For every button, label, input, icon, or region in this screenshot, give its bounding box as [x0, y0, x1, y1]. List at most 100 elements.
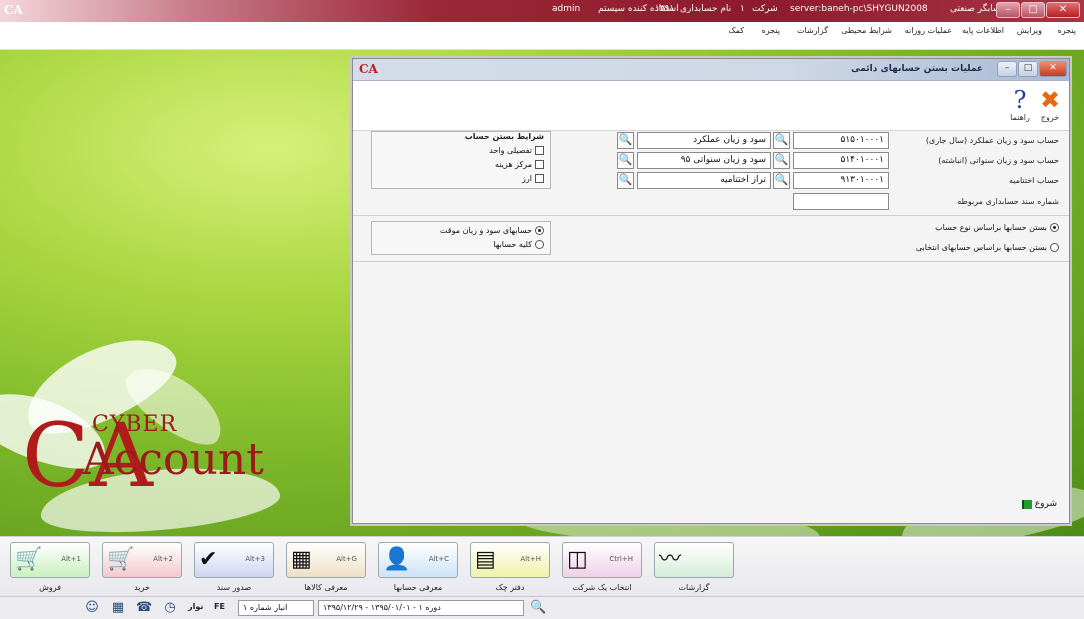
close-conditions-group: شرایط بستن حساب تفصیلی واحد مرکز هزینه ا… — [371, 131, 551, 189]
account-code-profit[interactable]: ۵۱۵۰۱۰۰۰۱ — [793, 132, 889, 149]
shortcut-button[interactable]: 🛒 Alt+1 — [10, 542, 90, 578]
dialog-maximize-button[interactable]: □ — [1018, 61, 1038, 77]
option-label: بستن حسابها براساس حسابهای انتخابی — [915, 243, 1047, 252]
help-icon[interactable]: ☺ — [84, 600, 100, 616]
company-value: ۱ — [740, 4, 745, 14]
radio-button[interactable] — [1050, 243, 1059, 252]
radio-button[interactable] — [1050, 223, 1059, 232]
clock-icon[interactable]: ◷ — [162, 600, 178, 616]
menu-window[interactable]: پنجره — [1058, 26, 1076, 35]
checkbox[interactable] — [535, 160, 544, 169]
condition-detail-unit[interactable]: تفصیلی واحد — [489, 146, 544, 155]
account-code-retained[interactable]: ۵۱۴۰۱۰۰۰۱ — [793, 152, 889, 169]
account-name-profit[interactable]: سود و زیان عملکرد — [637, 132, 771, 149]
dialog-window-controls: – □ ✕ — [997, 61, 1067, 77]
phone-icon[interactable]: ☎ — [136, 600, 152, 616]
shortcut-button[interactable]: ▤ Alt+H — [470, 542, 550, 578]
dialog-title: عملیات بستن حسابهای دائمی — [851, 64, 983, 74]
shortcut-label[interactable]: معرفی حسابها — [378, 583, 458, 592]
menu-base-info[interactable]: اطلاعات پایه — [962, 26, 1004, 35]
dialog-titlebar: CA عملیات بستن حسابهای دائمی – □ ✕ — [353, 59, 1069, 81]
radio-button[interactable] — [535, 226, 544, 235]
shortcut-label[interactable]: انتخاب یک شرکت — [562, 583, 642, 592]
shortcut-label[interactable]: دفتر چک — [470, 583, 550, 592]
lookup-icon[interactable]: 🔍 — [773, 172, 790, 189]
lookup-icon[interactable]: 🔍 — [617, 172, 634, 189]
calculator-icon[interactable]: ▦ — [110, 600, 126, 616]
radio-button[interactable] — [535, 240, 544, 249]
menu-help[interactable]: کمک — [728, 26, 744, 35]
condition-label: مرکز هزینه — [494, 160, 532, 169]
help-button[interactable]: ? راهنما — [1005, 87, 1035, 122]
close-by-type-option[interactable]: بستن حسابها براساس نوع حساب — [935, 223, 1059, 232]
company-label: شرکت — [752, 4, 778, 14]
window-titlebar: CA admin استفاده کننده سیستم ۱۳۹۱ نام حس… — [0, 0, 1084, 22]
exit-icon: ✖ — [1039, 86, 1061, 114]
shortcut-key: Alt+3 — [245, 555, 265, 563]
shortcut-key: Alt+H — [520, 555, 541, 563]
menu-reports[interactable]: گزارشات — [797, 26, 828, 35]
cart-icon: 🛒 — [15, 547, 43, 572]
period-indicator: دوره ۱ - ۱۳۹۵/۰۱/۰۱ - ۱۳۹۵/۱۲/۲۹ — [318, 600, 524, 616]
search-icon[interactable]: 🔍 — [530, 600, 546, 616]
shortcut-button[interactable]: ▦ Alt+G — [286, 542, 366, 578]
option-label: حسابهای سود و زیان موقت — [439, 226, 532, 235]
close-button[interactable]: ✕ — [1046, 2, 1080, 18]
condition-cost-center[interactable]: مرکز هزینه — [495, 160, 544, 169]
shortcut-button[interactable]: ◫ Ctrl+H — [562, 542, 642, 578]
shortcut-button[interactable]: 👤 Alt+C — [378, 542, 458, 578]
user-value: admin — [552, 4, 581, 14]
server-info: server:baneh-pc\SHYGUN2008 — [790, 4, 928, 14]
account-scope-group: حسابهای سود و زیان موقت کلیه حسابها — [371, 221, 551, 255]
conditions-title: شرایط بستن حساب — [464, 132, 544, 141]
start-button[interactable]: شروع — [1021, 499, 1057, 509]
dialog-toolbar: ✖ خروج ? راهنما — [353, 81, 1069, 131]
account-code-closing[interactable]: ۹۱۳۰۱۰۰۰۱ — [793, 172, 889, 189]
dialog-close-button[interactable]: ✕ — [1039, 61, 1067, 77]
temp-accounts-option[interactable]: حسابهای سود و زیان موقت — [440, 226, 544, 235]
company-icon: ◫ — [567, 547, 588, 572]
row-label-closing: حساب اختتامیه — [1008, 176, 1059, 185]
account-name-retained[interactable]: سود و زیان سنواتی ۹۵ — [637, 152, 771, 169]
help-icon: ? — [1013, 86, 1027, 114]
lookup-icon[interactable]: 🔍 — [617, 152, 634, 169]
mode-indicator: نوار — [188, 602, 204, 611]
shortcut-label[interactable]: صدور سند — [194, 583, 274, 592]
menu-edit[interactable]: ویرایش — [1017, 26, 1042, 35]
condition-currency[interactable]: ارز — [522, 174, 544, 183]
dialog-minimize-button[interactable]: – — [997, 61, 1017, 77]
exit-button[interactable]: ✖ خروج — [1035, 87, 1065, 122]
menu-window-2[interactable]: پنجره — [762, 26, 780, 35]
shortcut-button[interactable]: 🛒 Alt+2 — [102, 542, 182, 578]
checkbox[interactable] — [535, 174, 544, 183]
shortcut-label[interactable]: گزارشات — [654, 583, 734, 592]
account-name-closing[interactable]: تراز اختتامیه — [637, 172, 771, 189]
shortcut-label[interactable]: خرید — [102, 583, 182, 592]
menu-env-settings[interactable]: شرایط محیطی — [841, 26, 892, 35]
lookup-icon[interactable]: 🔍 — [617, 132, 634, 149]
shortcut-label[interactable]: فروش — [10, 583, 90, 592]
minimize-button[interactable]: – — [996, 2, 1020, 18]
option-label: کلیه حسابها — [493, 240, 532, 249]
row-label-profit: حساب سود و زیان عملکرد (سال جاری) — [925, 136, 1059, 145]
lookup-icon[interactable]: 🔍 — [773, 152, 790, 169]
box-icon: ▦ — [291, 547, 312, 572]
checkbox[interactable] — [535, 146, 544, 155]
shortcut-key: Alt+2 — [153, 555, 173, 563]
close-by-selected-option[interactable]: بستن حسابها براساس حسابهای انتخابی — [916, 243, 1059, 252]
shortcut-key: Ctrl+H — [609, 555, 633, 563]
option-label: بستن حسابها براساس نوع حساب — [935, 223, 1047, 232]
maximize-button[interactable]: □ — [1021, 2, 1045, 18]
shortcut-label[interactable]: معرفی کالاها — [286, 583, 366, 592]
close-accounts-dialog: CA عملیات بستن حسابهای دائمی – □ ✕ ✖ خرو… — [352, 58, 1070, 524]
shortcut-key: Alt+1 — [61, 555, 81, 563]
menu-bar: پنجره ویرایش اطلاعات پایه عملیات روزانه … — [0, 22, 1084, 50]
lookup-icon[interactable]: 🔍 — [773, 132, 790, 149]
row-label-retained: حساب سود و زیان سنواتی (انباشته) — [938, 156, 1059, 165]
menu-daily-ops[interactable]: عملیات روزانه — [905, 26, 952, 35]
shortcut-button[interactable]: ✔ Alt+3 — [194, 542, 274, 578]
status-bar: ☺ ▦ ☎ ◷ نوار FE انبار شماره ۱ دوره ۱ - ۱… — [0, 596, 1084, 619]
doc-number-field[interactable] — [793, 193, 889, 210]
all-accounts-option[interactable]: کلیه حسابها — [493, 240, 544, 249]
shortcut-button[interactable]: 〰 — [654, 542, 734, 578]
